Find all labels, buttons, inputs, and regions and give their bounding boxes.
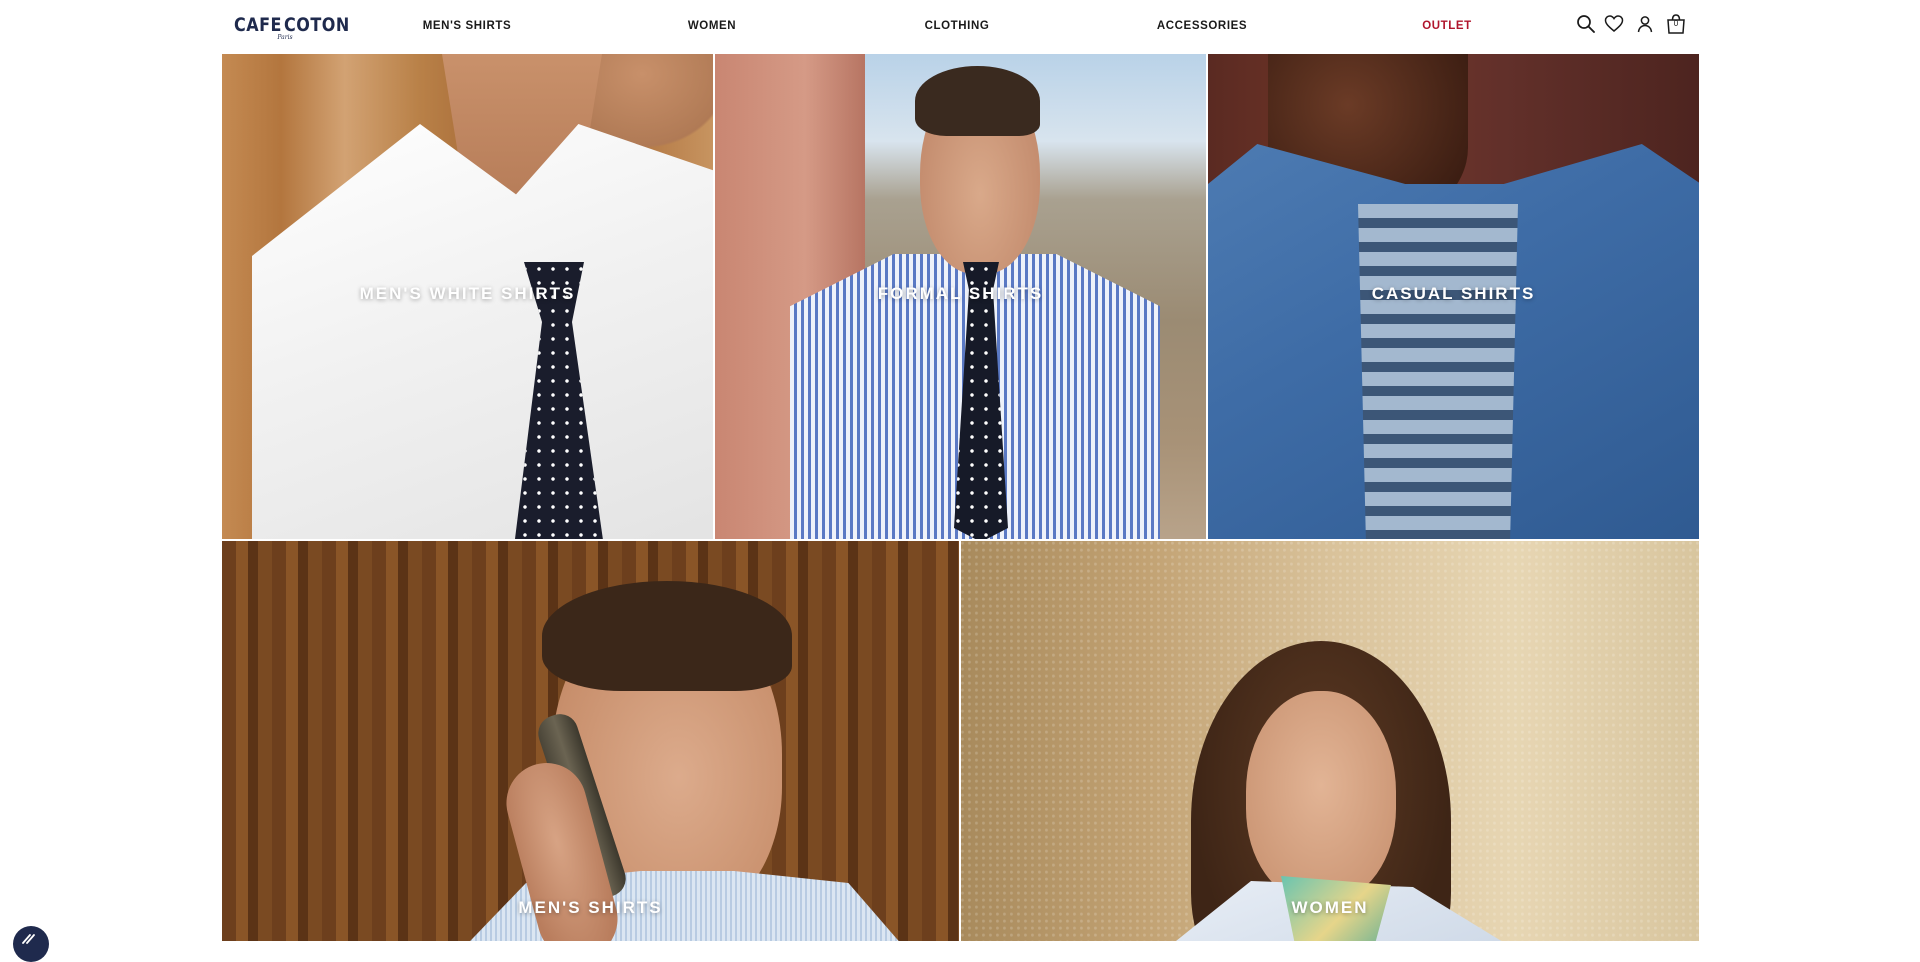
tile-label: MEN'S SHIRTS: [518, 898, 663, 917]
cookie-settings-icon: [22, 934, 35, 944]
cart-count-badge: 0: [1673, 19, 1679, 28]
tile-formal-shirts[interactable]: FORMAL SHIRTS: [715, 54, 1206, 539]
nav-outlet[interactable]: OUTLET: [1422, 20, 1472, 32]
nav-accessories[interactable]: ACCESSORIES: [1157, 20, 1247, 32]
wishlist-button[interactable]: [1603, 13, 1625, 35]
nav-clothing[interactable]: CLOTHING: [925, 20, 990, 32]
cart-button[interactable]: 0: [1665, 13, 1687, 35]
tile-image-women: [961, 541, 1699, 941]
nav-mens-shirts[interactable]: MEN'S SHIRTS: [423, 20, 512, 32]
brand-logo[interactable]: CAFE COTON Paris: [234, 8, 349, 42]
account-button[interactable]: [1634, 13, 1656, 35]
logo-subtitle: Paris: [277, 34, 293, 41]
nav-women[interactable]: WOMEN: [688, 20, 736, 32]
tile-casual-shirts[interactable]: CASUAL SHIRTS: [1208, 54, 1699, 539]
tile-mens-white-shirts[interactable]: MEN'S WHITE SHIRTS: [222, 54, 713, 539]
cookie-settings-button[interactable]: [13, 926, 49, 962]
tile-label: FORMAL SHIRTS: [877, 284, 1044, 303]
tile-label: CASUAL SHIRTS: [1371, 284, 1536, 303]
tile-label: MEN'S WHITE SHIRTS: [359, 284, 576, 303]
tile-women[interactable]: WOMEN: [961, 541, 1699, 941]
site-header: CAFE COTON Paris MEN'S SHIRTS WOMEN CLOT…: [0, 0, 1920, 54]
user-icon: [1637, 16, 1653, 33]
search-button[interactable]: [1575, 13, 1597, 35]
tile-mens-shirts[interactable]: MEN'S SHIRTS: [222, 541, 959, 941]
tile-label: WOMEN: [1291, 898, 1369, 917]
search-icon: [1577, 15, 1595, 33]
heart-icon: [1604, 15, 1624, 32]
tile-image-mens-shirts: [222, 541, 959, 941]
